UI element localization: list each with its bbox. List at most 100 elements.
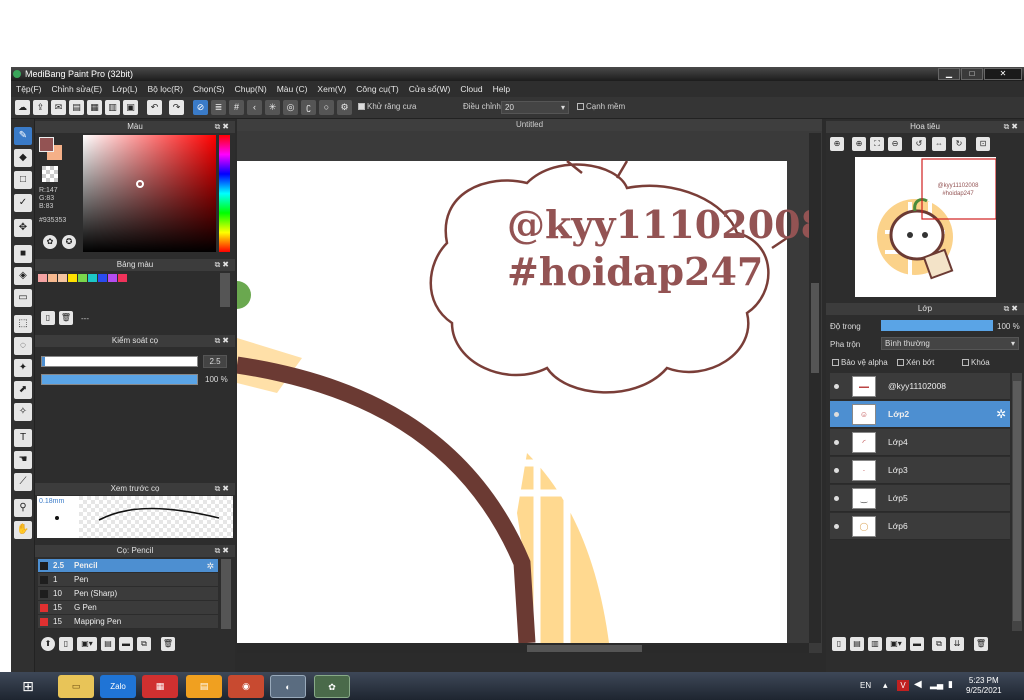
brush-item[interactable]: 10 Pen (Sharp) bbox=[38, 587, 218, 601]
palette-swatch[interactable] bbox=[68, 274, 77, 282]
hue-slider[interactable] bbox=[219, 135, 230, 252]
language-indicator[interactable]: EN bbox=[860, 681, 871, 690]
close-button[interactable]: ✕ bbox=[984, 68, 1022, 80]
select-pen-icon[interactable]: ⬈ bbox=[14, 381, 32, 399]
volume-icon[interactable]: ◀ bbox=[914, 679, 922, 690]
snap-grid-icon[interactable]: # bbox=[229, 100, 244, 115]
snap-curve-icon[interactable]: ʗ bbox=[301, 100, 316, 115]
new-8bit-layer-icon[interactable]: ▥ bbox=[868, 637, 882, 651]
layer-opacity-slider[interactable] bbox=[881, 320, 993, 331]
maximize-button[interactable]: □ bbox=[961, 68, 983, 80]
new-page-icon[interactable]: ▯ bbox=[41, 311, 55, 325]
dot-tool-icon[interactable]: □ bbox=[14, 171, 32, 189]
palette-scrollbar[interactable] bbox=[220, 273, 230, 307]
snap-circle-icon[interactable]: ◎ bbox=[283, 100, 298, 115]
folder-icon[interactable]: ▬ bbox=[910, 637, 924, 651]
brush-size-handle[interactable] bbox=[42, 357, 45, 366]
flip-icon[interactable]: ⇔ bbox=[932, 137, 946, 151]
app-store-icon[interactable]: ▦ bbox=[142, 675, 178, 698]
snap-off-icon[interactable]: ⊘ bbox=[193, 100, 208, 115]
layer-row[interactable]: ‿ Lớp5 bbox=[830, 485, 1010, 512]
signal-icon[interactable]: ▂▄ bbox=[930, 679, 943, 690]
blend-select[interactable]: Bình thường ▾ bbox=[881, 337, 1019, 350]
operation-tool-icon[interactable]: ☚ bbox=[14, 451, 32, 469]
menu-help[interactable]: Help bbox=[493, 84, 510, 94]
lock-checkbox[interactable]: Khóa bbox=[962, 358, 990, 367]
app-taskbar-icon[interactable]: ✿ bbox=[314, 675, 350, 698]
select-eraser-icon[interactable]: ✧ bbox=[14, 403, 32, 421]
minimize-button[interactable]: ▁ bbox=[938, 68, 960, 80]
grid-icon[interactable]: ▥ bbox=[105, 100, 120, 115]
menu-snap[interactable]: Chụp(N) bbox=[235, 84, 267, 94]
notes-icon[interactable]: ▤ bbox=[186, 675, 222, 698]
layout-icon[interactable]: ▣ bbox=[123, 100, 138, 115]
panel-close-icon[interactable]: ⧉✖ bbox=[1004, 121, 1020, 133]
main-color-swatch[interactable] bbox=[39, 137, 54, 152]
brush-item[interactable]: 1 Pen bbox=[38, 573, 218, 587]
new-layer-icon[interactable]: ▯ bbox=[832, 637, 846, 651]
eye-icon[interactable] bbox=[834, 440, 839, 445]
panel-close-icon[interactable]: ⧉✖ bbox=[215, 121, 231, 133]
drawing-canvas[interactable]: @kyy11102008 #hoidap247 bbox=[237, 133, 809, 643]
layer-row[interactable]: · Lớp3 bbox=[830, 457, 1010, 484]
canvas-horizontal-scrollbar[interactable] bbox=[237, 643, 809, 653]
new-brush-icon[interactable]: ▯ bbox=[59, 637, 73, 651]
folder-icon[interactable]: ▬ bbox=[119, 637, 133, 651]
upload-icon[interactable]: ⇪ bbox=[33, 100, 48, 115]
zoom-plus-icon[interactable]: ⊕ bbox=[852, 137, 866, 151]
brush-tool-icon[interactable]: ✎ bbox=[14, 127, 32, 145]
palette-swatch[interactable] bbox=[88, 274, 97, 282]
cloud-brush-icon[interactable]: ⬆ bbox=[41, 637, 55, 651]
vertical-scroll-thumb[interactable] bbox=[811, 283, 819, 373]
lasso-tool-icon[interactable]: ◌ bbox=[14, 337, 32, 355]
eraser-tool-icon[interactable]: ◆ bbox=[14, 149, 32, 167]
document-icon[interactable]: ▦ bbox=[87, 100, 102, 115]
layer-row[interactable]: ◯ Lớp6 bbox=[830, 513, 1010, 540]
palette-swatch[interactable] bbox=[98, 274, 107, 282]
zoom-in-icon[interactable]: ⊕ bbox=[830, 137, 844, 151]
navigator-thumbnail[interactable]: @kyy11102008 #hoidap247 bbox=[855, 157, 997, 297]
undo-icon[interactable]: ↶ bbox=[147, 100, 162, 115]
cloud-icon[interactable]: ☁ bbox=[15, 100, 30, 115]
layer-row[interactable]: ☺ Lớp2 ✲ bbox=[830, 401, 1010, 428]
antivirus-icon[interactable]: V bbox=[897, 680, 909, 691]
snap-ellipse-icon[interactable]: ○ bbox=[319, 100, 334, 115]
clock[interactable]: 5:23 PM 9/25/2021 bbox=[966, 676, 1002, 696]
move-tool-icon[interactable]: ✥ bbox=[14, 219, 32, 237]
medibang-taskbar-icon[interactable]: ◐ bbox=[270, 675, 306, 698]
menu-view[interactable]: Xem(V) bbox=[317, 84, 346, 94]
snap-settings-icon[interactable]: ⚙ bbox=[337, 100, 352, 115]
layer-row[interactable]: ◜ Lớp4 bbox=[830, 429, 1010, 456]
duplicate-layer-icon[interactable]: ⧉ bbox=[932, 637, 946, 651]
text-tool-icon[interactable]: T bbox=[14, 429, 32, 447]
select-tool-icon[interactable]: ✓ bbox=[14, 194, 32, 212]
menu-color[interactable]: Màu (C) bbox=[277, 84, 308, 94]
snap-perspective-icon[interactable]: ‹ bbox=[247, 100, 262, 115]
rotate-left-icon[interactable]: ↺ bbox=[912, 137, 926, 151]
palette-swatch[interactable] bbox=[48, 274, 57, 282]
palette-swatch[interactable] bbox=[38, 274, 47, 282]
panel-close-icon[interactable]: ⧉✖ bbox=[215, 259, 231, 271]
brush-settings-icon[interactable]: ▤ bbox=[101, 637, 115, 651]
reset-view-icon[interactable]: ⊡ bbox=[976, 137, 990, 151]
brush-item[interactable]: 15 Mapping Pen bbox=[38, 615, 218, 629]
copy-brush-icon[interactable]: ⧉ bbox=[137, 637, 151, 651]
brush-item[interactable]: 2.5 Pencil ✲ bbox=[38, 559, 218, 573]
layer-scroll-thumb[interactable] bbox=[1013, 381, 1021, 621]
color-history-icon[interactable]: ✪ bbox=[62, 235, 76, 249]
merge-layer-icon[interactable]: ⇊ bbox=[950, 637, 964, 651]
antialias-checkbox[interactable]: Khử răng cưa bbox=[358, 102, 416, 111]
panel-close-icon[interactable]: ⧉✖ bbox=[215, 335, 231, 347]
start-button[interactable]: ⊞ bbox=[12, 675, 44, 698]
palette-swatch[interactable] bbox=[108, 274, 117, 282]
horizontal-scroll-thumb[interactable] bbox=[527, 645, 642, 652]
brush-size-value[interactable]: 2.5 bbox=[203, 355, 227, 368]
magic-wand-icon[interactable]: ✦ bbox=[14, 359, 32, 377]
menu-tools[interactable]: Công cụ(T) bbox=[356, 84, 399, 94]
brush-size-slider[interactable] bbox=[41, 356, 198, 367]
comment-icon[interactable]: ✉ bbox=[51, 100, 66, 115]
zoom-out-icon[interactable]: ⊖ bbox=[888, 137, 902, 151]
transparent-swatch[interactable] bbox=[42, 166, 58, 182]
trash-icon[interactable]: 🗑 bbox=[59, 311, 73, 325]
eye-icon[interactable] bbox=[834, 412, 839, 417]
